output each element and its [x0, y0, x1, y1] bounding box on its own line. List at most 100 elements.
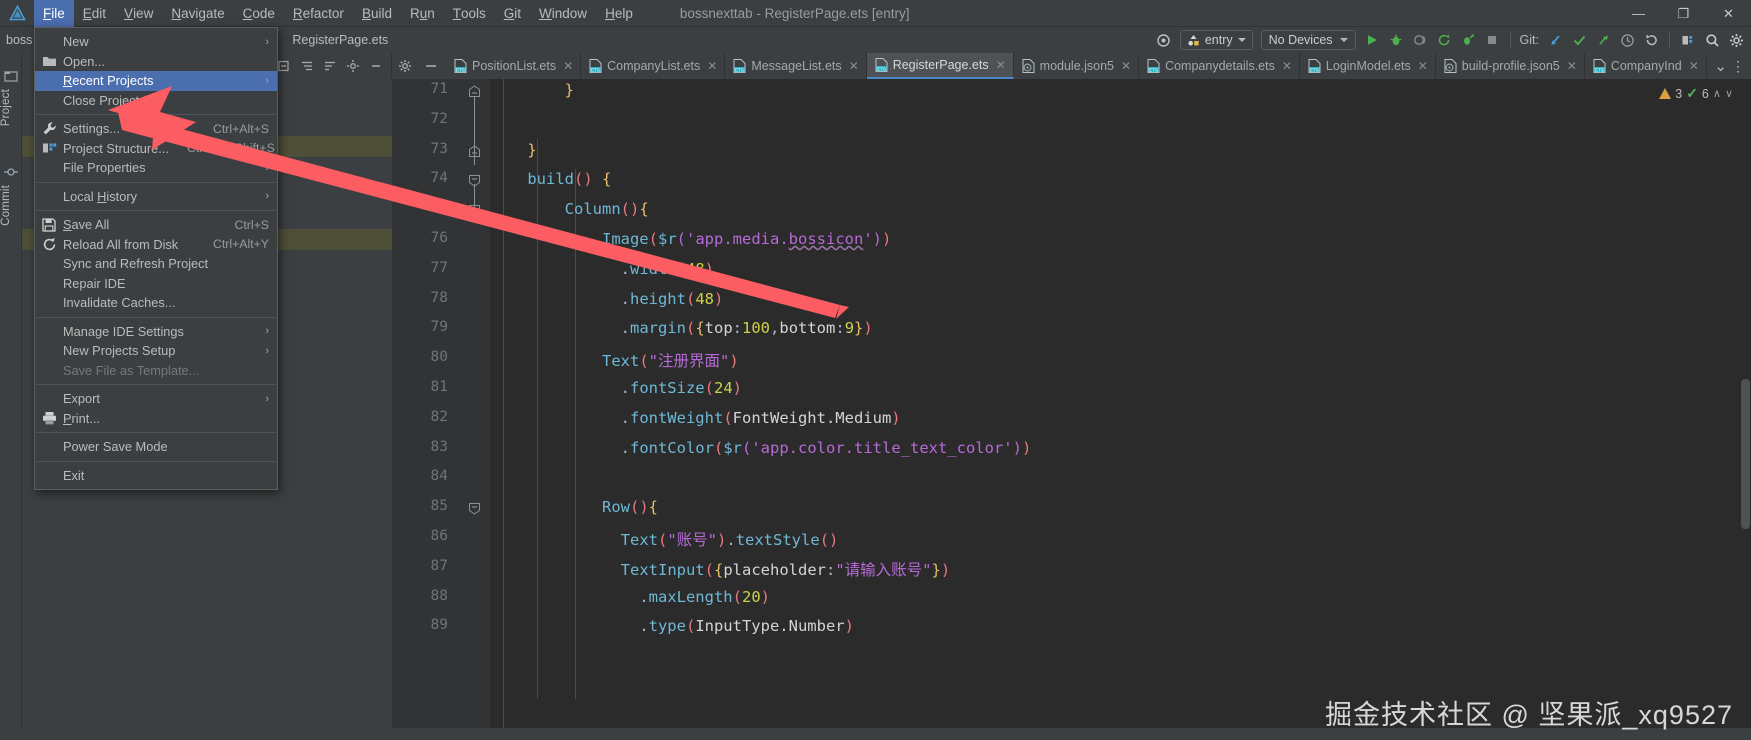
- close-icon[interactable]: ✕: [1121, 59, 1131, 73]
- code-line[interactable]: build() {: [490, 170, 611, 188]
- run-triangle-icon[interactable]: [1361, 29, 1383, 51]
- editor-tab[interactable]: ETS LoginModel.ets ✕: [1300, 53, 1436, 79]
- menu-item-open[interactable]: Open...: [35, 52, 277, 72]
- chevron-down-icon[interactable]: ⌄: [1714, 57, 1727, 75]
- minimize-button[interactable]: —: [1616, 0, 1661, 27]
- close-icon[interactable]: ✕: [1418, 59, 1428, 73]
- sidebar-item-project[interactable]: Project: [0, 85, 22, 130]
- settings-gear-icon[interactable]: [343, 56, 363, 76]
- menu-item-export[interactable]: Export ›: [35, 389, 277, 409]
- close-button[interactable]: ✕: [1706, 0, 1751, 27]
- project-structure-icon[interactable]: [1677, 29, 1699, 51]
- tab-settings-icon-holder[interactable]: [392, 53, 416, 79]
- menu-item-recent-projects[interactable]: Recent Projects ›: [35, 71, 277, 91]
- git-update-icon[interactable]: [1544, 29, 1566, 51]
- fold-start-icon[interactable]: [468, 502, 481, 515]
- menu-tools[interactable]: Tools: [444, 0, 495, 27]
- project-folder-icon[interactable]: [4, 69, 18, 83]
- menu-item-new-projects-setup[interactable]: New Projects Setup ›: [35, 341, 277, 361]
- close-icon[interactable]: ✕: [563, 59, 573, 73]
- debug-bug-icon[interactable]: [1385, 29, 1407, 51]
- menu-item-file-properties[interactable]: File Properties ›: [35, 158, 277, 178]
- menu-run[interactable]: Run: [401, 0, 444, 27]
- rerun-icon[interactable]: [1433, 29, 1455, 51]
- code-line[interactable]: TextInput({placeholder:"请输入账号"}): [490, 558, 951, 580]
- chevron-up-icon[interactable]: ∧: [1713, 87, 1721, 100]
- menu-item-repair-ide[interactable]: Repair IDE: [35, 274, 277, 294]
- code-editor[interactable]: 71 72 73 74 75 76 77 78 79 80 81 82 83 84 85 86 87 88 89 }…: [392, 79, 1751, 740]
- menu-file[interactable]: File: [34, 0, 74, 27]
- code-line[interactable]: .width(48): [490, 260, 714, 278]
- close-icon[interactable]: ✕: [1567, 59, 1577, 73]
- menu-refactor[interactable]: Refactor: [284, 0, 353, 27]
- stop-square-icon[interactable]: [1481, 29, 1503, 51]
- menu-window[interactable]: Window: [530, 0, 596, 27]
- sort-icon[interactable]: [320, 56, 340, 76]
- menu-item-sync-and-refresh-project[interactable]: Sync and Refresh Project: [35, 254, 277, 274]
- editor-tab[interactable]: ETS RegisterPage.ets ✕: [866, 53, 1014, 79]
- file-menu-dropdown[interactable]: New › Open... Recent Projects › Close Project…: [34, 27, 278, 490]
- menu-item-project-structure[interactable]: Project Structure... Ctrl+Alt+Shift+S: [35, 139, 277, 159]
- target-icon[interactable]: [1153, 29, 1175, 51]
- code-line[interactable]: .fontWeight(FontWeight.Medium): [490, 409, 901, 427]
- breadcrumb-file[interactable]: RegisterPage.ets: [292, 33, 388, 47]
- code-line[interactable]: .height(48): [490, 290, 724, 308]
- menu-edit[interactable]: Edit: [74, 0, 115, 27]
- menu-navigate[interactable]: Navigate: [162, 0, 233, 27]
- history-clock-icon[interactable]: [1616, 29, 1638, 51]
- expand-all-icon[interactable]: [297, 56, 317, 76]
- sidebar-item-commit[interactable]: Commit: [0, 181, 22, 230]
- code-line[interactable]: Row(){: [490, 498, 658, 516]
- close-icon[interactable]: ✕: [849, 59, 859, 73]
- hide-icon[interactable]: [366, 56, 386, 76]
- menu-item-exit[interactable]: Exit: [35, 466, 277, 486]
- close-icon[interactable]: ✕: [707, 59, 717, 73]
- editor-tab[interactable]: build-profile.json5 ✕: [1436, 53, 1585, 79]
- editor-tab[interactable]: ETS Companydetails.ets ✕: [1139, 53, 1300, 79]
- maximize-button[interactable]: ❐: [1661, 0, 1706, 27]
- menu-item-save-all[interactable]: Save All Ctrl+S: [35, 215, 277, 235]
- menu-item-invalidate-caches[interactable]: Invalidate Caches...: [35, 293, 277, 313]
- git-push-icon[interactable]: [1592, 29, 1614, 51]
- code-line[interactable]: Text("注册界面"): [490, 349, 739, 371]
- menu-code[interactable]: Code: [234, 0, 284, 27]
- menu-git[interactable]: Git: [495, 0, 530, 27]
- tab-more-icon[interactable]: ⋮: [1731, 58, 1745, 75]
- code-line[interactable]: .maxLength(20): [490, 588, 770, 606]
- menu-item-print[interactable]: Print...: [35, 409, 277, 429]
- code-line[interactable]: }: [490, 81, 574, 99]
- attach-debug-icon[interactable]: [1457, 29, 1479, 51]
- menu-item-new[interactable]: New ›: [35, 32, 277, 52]
- code-line[interactable]: .margin({top:100,bottom:9}): [490, 319, 873, 337]
- menu-item-close-project[interactable]: Close Project: [35, 91, 277, 111]
- editor-tab[interactable]: ETS CompanyInd ✕: [1585, 53, 1707, 79]
- code-line[interactable]: .fontSize(24): [490, 379, 742, 397]
- profile-icon[interactable]: [1409, 29, 1431, 51]
- code-line[interactable]: }: [490, 141, 536, 159]
- run-configuration-selector[interactable]: entry: [1179, 30, 1253, 50]
- editor-gutter[interactable]: 71 72 73 74 75 76 77 78 79 80 81 82 83 84 85 86 87 88 89: [392, 79, 490, 740]
- editor-tab[interactable]: ETS PositionList.ets ✕: [446, 53, 582, 79]
- menu-view[interactable]: View: [115, 0, 162, 27]
- editor-tab[interactable]: ETS MessageList.ets ✕: [725, 53, 867, 79]
- menu-item-reload-all-from-disk[interactable]: Reload All from Disk Ctrl+Alt+Y: [35, 235, 277, 255]
- menu-item-power-save-mode[interactable]: Power Save Mode: [35, 437, 277, 457]
- scrollbar-thumb[interactable]: [1741, 379, 1750, 529]
- menu-item-manage-ide-settings[interactable]: Manage IDE Settings ›: [35, 322, 277, 342]
- commit-icon[interactable]: [4, 165, 18, 179]
- rollback-icon[interactable]: [1640, 29, 1662, 51]
- device-selector[interactable]: No Devices: [1260, 30, 1356, 50]
- code-line[interactable]: .fontColor($r('app.color.title_text_colo…: [490, 439, 1032, 457]
- gear-icon[interactable]: [1725, 29, 1747, 51]
- code-line[interactable]: .type(InputType.Number): [490, 617, 854, 635]
- code-line[interactable]: Image($r('app.media.bossicon')): [490, 230, 891, 248]
- search-icon[interactable]: [1701, 29, 1723, 51]
- menu-item-local-history[interactable]: Local History ›: [35, 187, 277, 207]
- menu-item-settings[interactable]: Settings... Ctrl+Alt+S: [35, 119, 277, 139]
- editor-tab[interactable]: module.json5 ✕: [1014, 53, 1140, 79]
- hide-tabs-button[interactable]: [416, 53, 446, 79]
- menu-help[interactable]: Help: [596, 0, 642, 27]
- close-icon[interactable]: ✕: [1689, 59, 1699, 73]
- code-line[interactable]: Column(){: [490, 200, 649, 218]
- chevron-down-icon[interactable]: ∨: [1725, 87, 1733, 100]
